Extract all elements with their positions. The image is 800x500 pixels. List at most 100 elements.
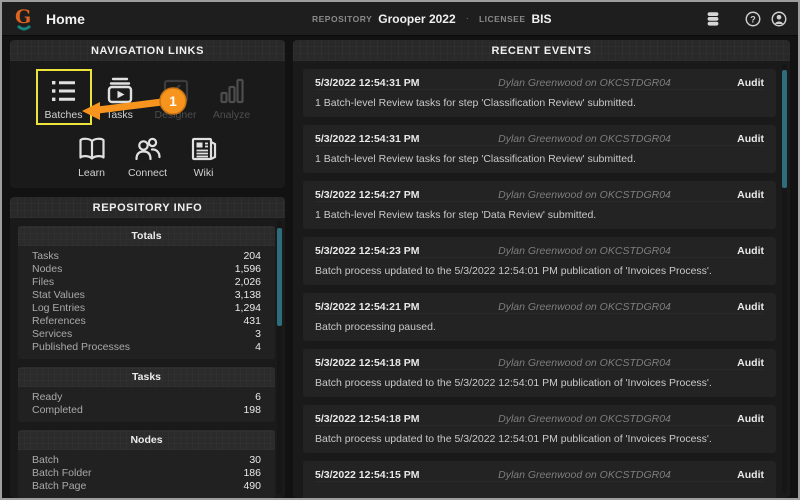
event-header: 5/3/2022 12:54:21 PM Dylan Greenwood on … [315,301,764,314]
event-message: 1 Batch-level Review tasks for step 'Cla… [315,97,636,109]
nav-item-tasks[interactable]: Tasks [92,69,148,125]
totals-card-title: Totals [18,226,275,246]
event-message: Batch process updated to the 5/3/2022 12… [315,433,712,445]
row-value: 4 [255,341,261,353]
database-icon[interactable] [704,10,722,28]
info-row: Files 2,026 [18,276,275,289]
row-label: Files [32,276,55,288]
tasks-card-title: Tasks [18,367,275,387]
page-title: Home [46,10,85,27]
info-row: Batch Page 490 [18,480,275,493]
audit-badge: Audit [737,357,764,369]
separator-dot: · [465,13,469,24]
event-author: Dylan Greenwood on OKCSTDGR04 [498,189,671,201]
row-label: Services [32,328,73,340]
row-label: Completed [32,404,83,416]
info-row: Services 3 [18,328,275,341]
event-card[interactable]: 5/3/2022 12:54:18 PM Dylan Greenwood on … [303,349,776,397]
event-author: Dylan Greenwood on OKCSTDGR04 [498,469,671,481]
events-scrollbar[interactable] [782,64,787,494]
navigation-panel-title: NAVIGATION LINKS [10,40,285,61]
event-timestamp: 5/3/2022 12:54:31 PM [315,77,420,89]
recent-events-panel: RECENT EVENTS 5/3/2022 12:54:31 PM Dylan… [293,40,790,498]
audit-badge: Audit [737,77,764,89]
info-row: References 431 [18,315,275,328]
nav-item-learn[interactable]: Learn [64,127,120,183]
repository-info-bar: REPOSITORY Grooper 2022 · LICENSEE BIS [312,2,552,35]
info-row: Nodes 1,596 [18,263,275,276]
row-value: 204 [243,250,261,262]
event-author: Dylan Greenwood on OKCSTDGR04 [498,357,671,369]
row-label: Ready [32,391,63,403]
nav-label-learn: Learn [78,167,105,179]
repository-value: Grooper 2022 [378,11,456,26]
repository-label: REPOSITORY [312,13,373,24]
event-header: 5/3/2022 12:54:15 PM Dylan Greenwood on … [315,469,764,482]
analyze-bar-chart-icon [219,78,244,104]
licensee-label: LICENSEE [478,13,526,24]
row-label: Published Processes [32,341,131,353]
repository-scrollbar[interactable] [277,221,282,494]
event-timestamp: 5/3/2022 12:54:23 PM [315,245,420,257]
help-icon[interactable]: ? [744,10,762,28]
events-scrollbar-thumb[interactable] [782,70,787,188]
nav-item-designer: Designer [148,69,204,125]
repository-scrollbar-thumb[interactable] [277,228,282,326]
event-card[interactable]: 5/3/2022 12:54:27 PM Dylan Greenwood on … [303,181,776,229]
event-card[interactable]: 5/3/2022 12:54:31 PM Dylan Greenwood on … [303,125,776,173]
row-value: 490 [243,480,261,492]
info-row: Ready 6 [18,391,275,404]
main-content: NAVIGATION LINKS Batches Tasks Designer … [2,36,798,498]
topbar-icon-group: ? [704,2,788,35]
info-row: Stat Values 3,138 [18,289,275,302]
recent-events-title: RECENT EVENTS [293,40,790,61]
event-card[interactable]: 5/3/2022 12:54:31 PM Dylan Greenwood on … [303,69,776,117]
grooper-logo-icon: G [15,6,31,30]
event-header: 5/3/2022 12:54:31 PM Dylan Greenwood on … [315,133,764,146]
audit-badge: Audit [737,301,764,313]
row-label: Batch Folder [32,467,92,479]
event-author: Dylan Greenwood on OKCSTDGR04 [498,301,671,313]
top-bar: G Home REPOSITORY Grooper 2022 · LICENSE… [2,2,798,36]
repository-info-panel: REPOSITORY INFO Totals Tasks 204 Nodes 1,5… [10,197,285,498]
event-message: Batch processing paused. [315,321,436,333]
nav-item-batches[interactable]: Batches [35,69,92,125]
nav-item-connect[interactable]: Connect [120,127,176,183]
nav-label-wiki: Wiki [193,167,214,179]
row-label: Log Entries [32,302,86,314]
event-card[interactable]: 5/3/2022 12:54:21 PM Dylan Greenwood on … [303,293,776,341]
audit-badge: Audit [737,413,764,425]
event-header: 5/3/2022 12:54:27 PM Dylan Greenwood on … [315,189,764,202]
audit-badge: Audit [737,189,764,201]
event-message: Batch process updated to the 5/3/2022 12… [315,377,712,389]
nav-label-analyze: Analyze [212,109,251,121]
row-label: Batch Page [32,480,87,492]
event-message: 1 Batch-level Review tasks for step 'Dat… [315,209,597,221]
info-row: Completed 198 [18,404,275,417]
recent-events-list: 5/3/2022 12:54:31 PM Dylan Greenwood on … [293,61,790,498]
event-author: Dylan Greenwood on OKCSTDGR04 [498,413,671,425]
audit-badge: Audit [737,133,764,145]
svg-text:?: ? [750,14,756,24]
user-icon[interactable] [770,10,788,28]
row-label: Batch [32,454,59,466]
event-header: 5/3/2022 12:54:18 PM Dylan Greenwood on … [315,357,764,370]
event-author: Dylan Greenwood on OKCSTDGR04 [498,133,671,145]
event-author: Dylan Greenwood on OKCSTDGR04 [498,245,671,257]
tasks-icon [107,77,132,104]
row-label: Stat Values [32,289,85,301]
audit-badge: Audit [737,469,764,481]
event-card[interactable]: 5/3/2022 12:54:15 PM Dylan Greenwood on … [303,461,776,498]
navigation-rows: Batches Tasks Designer Analyze Learn Con… [10,69,285,188]
nav-label-connect: Connect [127,167,168,179]
event-card[interactable]: 5/3/2022 12:54:23 PM Dylan Greenwood on … [303,237,776,285]
nodes-card: Nodes Batch 30 Batch Folder 186 Batch Page… [18,430,275,498]
row-value: 3,138 [234,289,261,301]
row-value: 1,294 [234,302,261,314]
nav-item-wiki[interactable]: Wiki [176,127,232,183]
row-value: 186 [243,467,261,479]
event-header: 5/3/2022 12:54:18 PM Dylan Greenwood on … [315,413,764,426]
event-timestamp: 5/3/2022 12:54:21 PM [315,301,420,313]
info-row: Batch Folder 186 [18,467,275,480]
event-card[interactable]: 5/3/2022 12:54:18 PM Dylan Greenwood on … [303,405,776,453]
